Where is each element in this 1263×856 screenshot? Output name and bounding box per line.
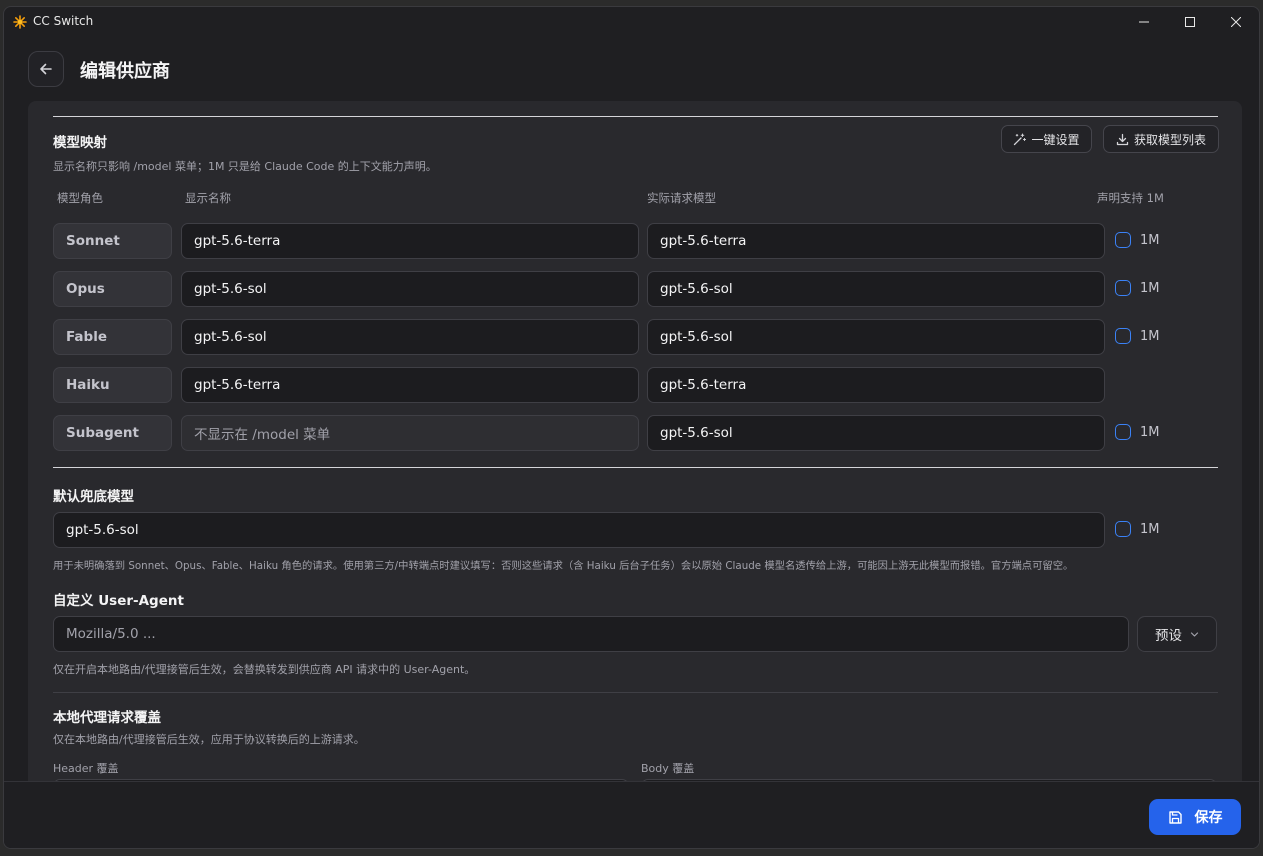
body-override-label: Body 覆盖 — [641, 762, 695, 775]
checkbox[interactable] — [1115, 521, 1131, 537]
minimize-icon — [1139, 21, 1149, 23]
actual-model-input-opus[interactable]: gpt-5.6-sol — [647, 271, 1105, 307]
display-name-input-subagent[interactable]: 不显示在 /model 菜单 — [181, 415, 639, 451]
one-click-setup-label: 一键设置 — [1031, 132, 1080, 147]
close-button[interactable] — [1213, 7, 1259, 37]
default-model-hint: 用于未明确落到 Sonnet、Opus、Fable、Haiku 角色的请求。使用… — [53, 560, 1074, 572]
support-1m-toggle-subagent[interactable]: 1M — [1115, 424, 1160, 440]
user-agent-preset-select[interactable]: 预设 — [1137, 616, 1217, 652]
one-click-setup-button[interactable]: 一键设置 — [1001, 125, 1092, 153]
checkbox[interactable] — [1115, 232, 1131, 248]
actual-model-input-sonnet[interactable]: gpt-5.6-terra — [647, 223, 1105, 259]
fetch-models-label: 获取模型列表 — [1133, 132, 1206, 147]
header-override-label: Header 覆盖 — [53, 762, 119, 775]
column-header-actual: 实际请求模型 — [647, 191, 716, 205]
support-1m-toggle-fable[interactable]: 1M — [1115, 328, 1160, 344]
checkbox[interactable] — [1115, 424, 1131, 440]
column-header-role: 模型角色 — [57, 191, 103, 205]
support-1m-toggle-default[interactable]: 1M — [1115, 521, 1160, 537]
download-icon — [1116, 133, 1129, 145]
proxy-override-hint: 仅在本地路由/代理接管后生效，应用于协议转换后的上游请求。 — [53, 733, 365, 746]
default-model-input[interactable]: gpt-5.6-sol — [53, 512, 1105, 548]
section-divider — [53, 467, 1218, 468]
actual-model-input-haiku[interactable]: gpt-5.6-terra — [647, 367, 1105, 403]
actual-model-input-subagent[interactable]: gpt-5.6-sol — [647, 415, 1105, 451]
maximize-button[interactable] — [1167, 7, 1213, 37]
display-name-input-opus[interactable]: gpt-5.6-sol — [181, 271, 639, 307]
column-header-display: 显示名称 — [185, 191, 231, 205]
display-name-input-sonnet[interactable]: gpt-5.6-terra — [181, 223, 639, 259]
save-icon — [1168, 810, 1182, 824]
user-agent-input[interactable]: Mozilla/5.0 ... — [53, 616, 1129, 652]
minimize-button[interactable] — [1121, 7, 1167, 37]
support-1m-toggle-sonnet[interactable]: 1M — [1115, 232, 1160, 248]
display-name-input-haiku[interactable]: gpt-5.6-terra — [181, 367, 639, 403]
magic-wand-icon — [1014, 133, 1027, 145]
back-button[interactable] — [28, 51, 64, 87]
role-chip-opus: Opus — [53, 271, 172, 307]
fetch-models-button[interactable]: 获取模型列表 — [1103, 125, 1219, 153]
chevron-down-icon — [1190, 631, 1199, 637]
role-chip-haiku: Haiku — [53, 367, 172, 403]
role-chip-fable: Fable — [53, 319, 172, 355]
role-chip-subagent: Subagent — [53, 415, 172, 451]
default-model-title: 默认兜底模型 — [53, 489, 134, 505]
page-header: 编辑供应商 — [4, 37, 1259, 101]
section-divider — [53, 692, 1218, 693]
footer-bar: 保存 — [4, 781, 1259, 848]
arrow-left-icon — [40, 63, 52, 75]
save-button[interactable]: 保存 — [1149, 799, 1241, 835]
checkbox[interactable] — [1115, 328, 1131, 344]
support-1m-toggle-opus[interactable]: 1M — [1115, 280, 1160, 296]
page-title: 编辑供应商 — [80, 61, 170, 82]
display-name-input-fable[interactable]: gpt-5.6-sol — [181, 319, 639, 355]
role-chip-sonnet: Sonnet — [53, 223, 172, 259]
app-logo-icon — [13, 15, 27, 29]
app-window: CC Switch 编辑供应商 模型映射 显示名称只影响 /model 菜单；1… — [3, 6, 1260, 849]
section-divider — [53, 116, 1218, 117]
window-title: CC Switch — [33, 14, 94, 28]
proxy-override-title: 本地代理请求覆盖 — [53, 710, 161, 726]
title-bar: CC Switch — [4, 7, 1259, 37]
model-mapping-hint: 显示名称只影响 /model 菜单；1M 只是给 Claude Code 的上下… — [53, 160, 437, 173]
actual-model-input-fable[interactable]: gpt-5.6-sol — [647, 319, 1105, 355]
close-icon — [1231, 17, 1241, 27]
checkbox[interactable] — [1115, 280, 1131, 296]
user-agent-hint: 仅在开启本地路由/代理接管后生效，会替换转发到供应商 API 请求中的 User… — [53, 663, 476, 676]
model-mapping-title: 模型映射 — [53, 135, 107, 151]
maximize-icon — [1185, 17, 1195, 27]
user-agent-title: 自定义 User-Agent — [53, 593, 184, 609]
column-header-support-1m: 声明支持 1M — [1097, 191, 1164, 205]
form-panel[interactable]: 模型映射 显示名称只影响 /model 菜单；1M 只是给 Claude Cod… — [28, 101, 1242, 781]
